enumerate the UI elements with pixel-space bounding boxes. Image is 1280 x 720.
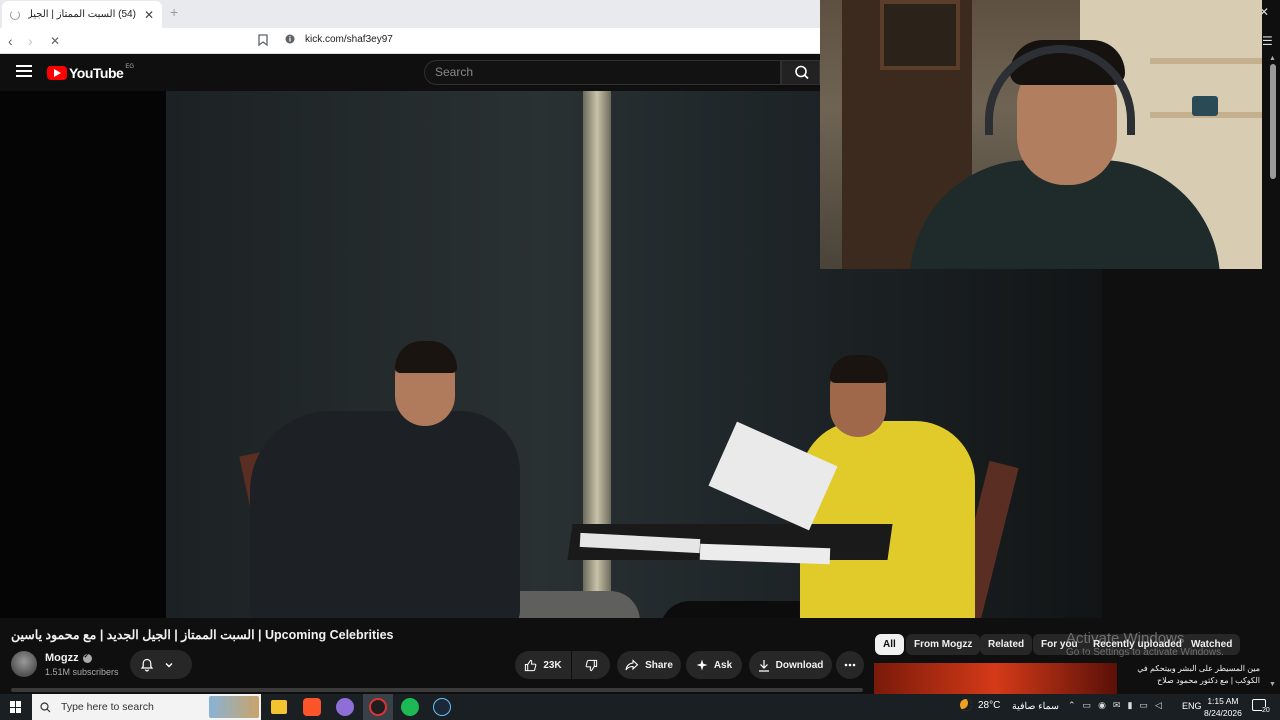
tray-app-icon[interactable]: ◉ <box>1098 700 1106 711</box>
activate-windows-subtitle: Go to Settings to activate Windows. <box>1066 647 1224 658</box>
person-right-hair <box>830 355 888 383</box>
person-right-body <box>800 421 975 618</box>
video-title: السبت الممتاز | الجيل الجديد | مع محمود … <box>11 628 394 642</box>
notification-count: 20 <box>1262 707 1270 714</box>
country-code: EG <box>125 64 134 70</box>
scrollbar-thumb[interactable] <box>1270 64 1276 179</box>
file-explorer-icon[interactable] <box>271 700 287 714</box>
clock-time: 1:15 AM <box>1207 696 1239 706</box>
channel-name-text: Mogzz <box>45 652 79 664</box>
ask-label: Ask <box>713 659 733 671</box>
dislike-button[interactable] <box>572 651 610 679</box>
temperature: 28°C <box>978 699 1001 711</box>
youtube-logo-text: YouTube <box>69 65 124 81</box>
weather-description: سماء صافية <box>1012 701 1059 712</box>
taskbar-search-placeholder: Type here to search <box>61 701 154 713</box>
discord-icon[interactable] <box>336 698 354 716</box>
subscriber-count: 1.51M subscribers <box>45 667 119 677</box>
webcam-window <box>880 0 960 70</box>
person-left-body <box>250 411 520 618</box>
search-icon <box>40 701 51 712</box>
scroll-down-icon[interactable]: ▼ <box>1269 681 1276 688</box>
chip-related[interactable]: Related <box>980 634 1033 655</box>
download-icon <box>758 659 769 672</box>
sparkle-icon <box>696 659 708 671</box>
clock-date: 8/24/2026 <box>1204 708 1242 718</box>
forward-icon[interactable]: › <box>28 34 42 48</box>
browser-tab[interactable]: (54) السبت الممتاز | الجيل الجديد ✕ <box>2 1 162 28</box>
system-tray: ⌃ ▭ ◉ ✉ ▮ ▭ ◁ <box>1068 700 1162 711</box>
like-button[interactable]: 23K <box>515 651 571 679</box>
taskbar-search-input[interactable]: Type here to search <box>32 694 261 720</box>
steam-icon[interactable] <box>433 698 451 716</box>
youtube-play-icon <box>47 66 67 80</box>
obs-studio-icon[interactable] <box>369 698 387 716</box>
share-button[interactable]: Share <box>617 651 681 679</box>
browser-menu-icon[interactable]: ☰ <box>1262 34 1273 48</box>
loading-spinner-icon <box>10 9 20 20</box>
address-bar: ‹ › ✕ <box>0 28 820 54</box>
tray-app-icon[interactable]: ✉ <box>1113 700 1121 711</box>
chip-all[interactable]: All <box>875 634 904 655</box>
notification-bell-button[interactable] <box>130 650 192 679</box>
network-icon[interactable]: ▭ <box>1139 700 1148 711</box>
more-actions-button[interactable] <box>836 651 864 679</box>
search-button[interactable] <box>781 60 820 85</box>
taskbar-clock[interactable]: 1:15 AM 8/24/2026 <box>1204 695 1242 719</box>
moon-icon <box>960 699 972 711</box>
thumbs-up-icon <box>525 659 537 671</box>
spotify-icon[interactable] <box>401 698 419 716</box>
share-icon <box>625 659 639 671</box>
webcam-overlay <box>820 0 1262 269</box>
activate-windows-title: Activate Windows <box>1066 630 1185 647</box>
tray-app-icon[interactable]: ▭ <box>1083 700 1092 711</box>
hamburger-menu-icon[interactable] <box>16 65 32 79</box>
more-horizontal-icon <box>844 663 856 667</box>
suggested-video-thumbnail[interactable] <box>874 663 1117 694</box>
bookmark-icon[interactable] <box>258 34 272 48</box>
scroll-up-icon[interactable]: ▲ <box>1269 55 1276 62</box>
new-tab-button[interactable]: + <box>170 4 178 20</box>
description-box-edge <box>11 688 863 692</box>
brave-browser-icon[interactable] <box>303 698 321 716</box>
verified-icon <box>82 652 92 663</box>
microphone-icon[interactable]: ▮ <box>1127 700 1132 711</box>
ask-button[interactable]: Ask <box>686 651 742 679</box>
tab-close-icon[interactable]: ✕ <box>144 8 154 22</box>
webcam-shelf <box>1150 58 1262 64</box>
search-highlight-image <box>209 696 259 718</box>
channel-avatar[interactable] <box>11 651 37 677</box>
download-label: Download <box>775 659 824 671</box>
suggested-video-title[interactable]: مين المسيطر على البشر وبيتحكم في الكوكب … <box>1120 663 1260 687</box>
volume-icon[interactable]: ◁ <box>1155 700 1162 711</box>
weather-widget[interactable]: 28°C <box>960 699 1000 711</box>
windows-start-icon[interactable] <box>10 701 22 713</box>
like-count: 23K <box>543 659 562 671</box>
youtube-logo[interactable]: YouTube EG <box>47 64 134 81</box>
site-info-icon[interactable] <box>285 34 299 48</box>
language-indicator[interactable]: ENG <box>1182 701 1202 711</box>
webcam-cup <box>1192 96 1218 116</box>
back-icon[interactable]: ‹ <box>8 34 22 48</box>
share-label: Share <box>645 659 673 671</box>
channel-name[interactable]: Mogzz <box>45 652 92 664</box>
chevron-up-icon[interactable]: ⌃ <box>1068 700 1076 711</box>
bell-icon <box>140 658 154 671</box>
search-input[interactable]: Search <box>424 60 781 85</box>
download-button[interactable]: Download <box>749 651 832 679</box>
chip-from-mogzz[interactable]: From Mogzz <box>906 634 981 655</box>
url-input[interactable]: kick.com/shaf3ey97 <box>305 34 393 45</box>
chevron-down-icon <box>165 662 173 667</box>
reload-icon[interactable]: ✕ <box>50 34 64 48</box>
thumbs-down-icon <box>585 659 597 671</box>
tab-title: (54) السبت الممتاز | الجيل الجديد <box>28 9 136 20</box>
search-icon <box>795 65 809 80</box>
